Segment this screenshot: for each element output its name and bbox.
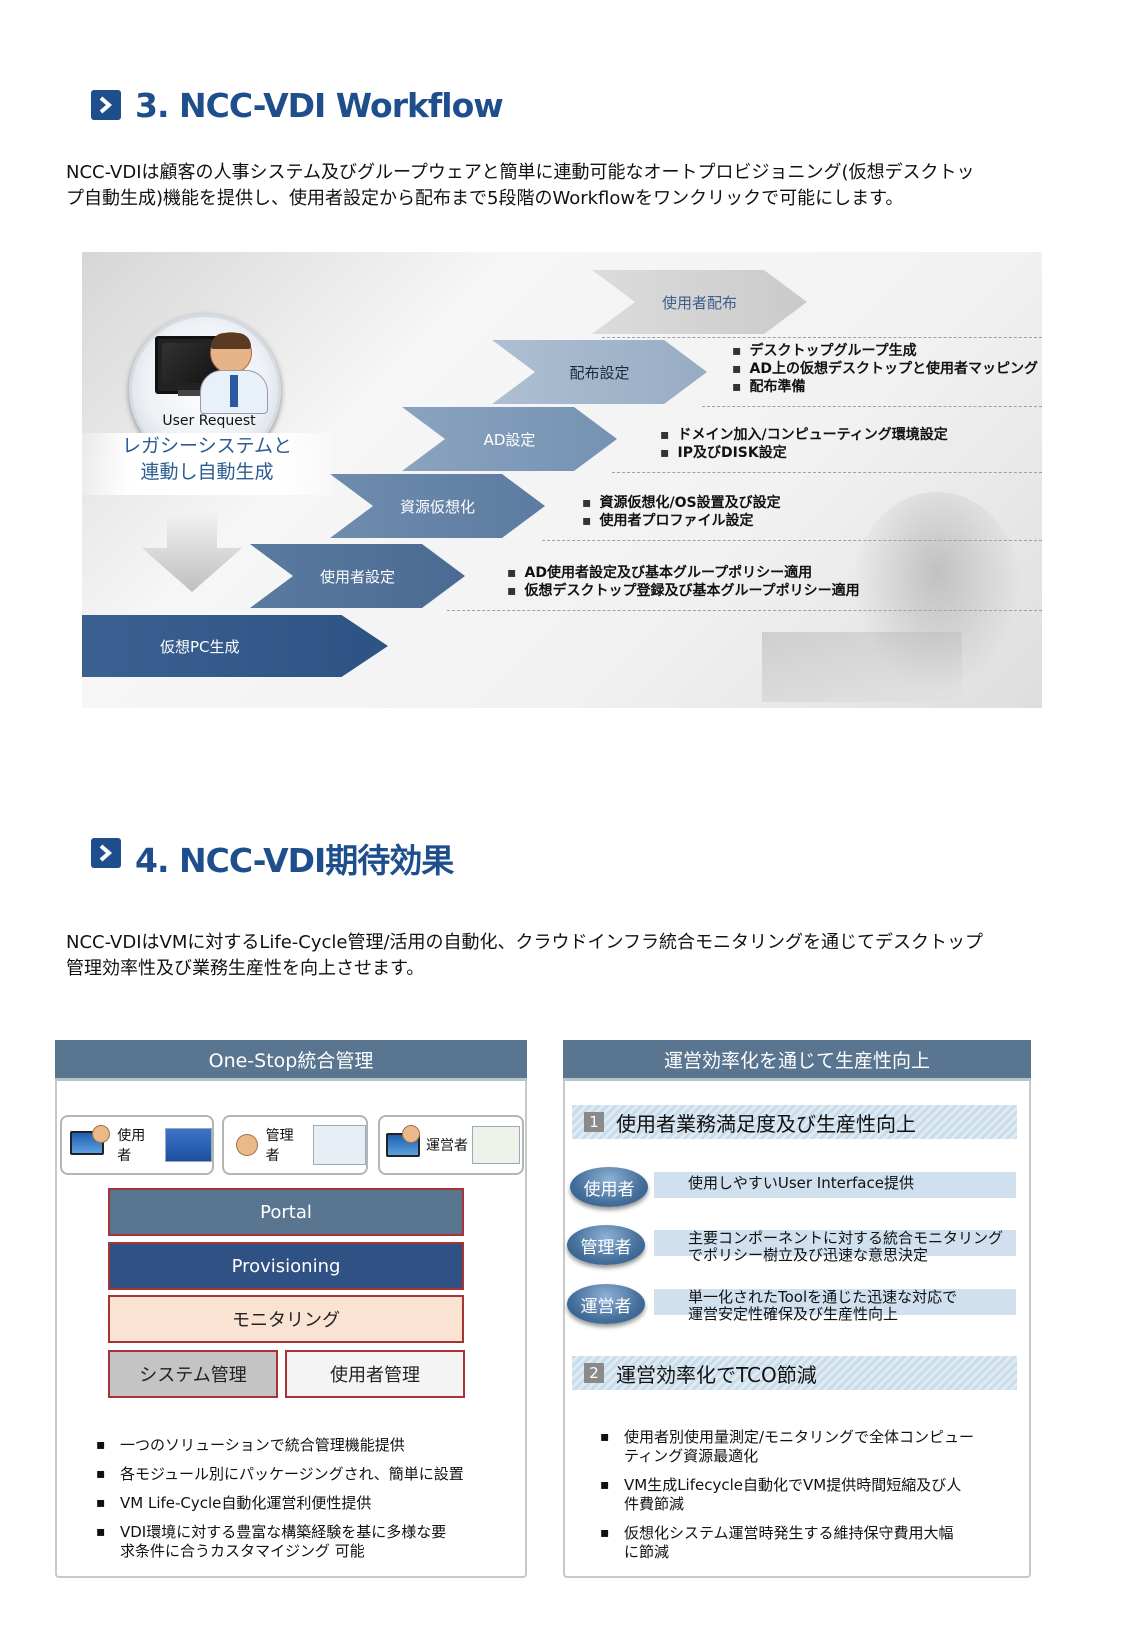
person-icon bbox=[236, 1134, 258, 1156]
row-admin-line1: 主要コンポーネントに対する統合モニタリング bbox=[688, 1229, 1004, 1247]
layer-portal: Portal bbox=[108, 1188, 464, 1236]
bullet-item: VDI環境に対する豊富な構築経験を基に多様な要 bbox=[90, 1523, 500, 1542]
role-box-operator: 運営者 bbox=[378, 1115, 524, 1175]
person-icon bbox=[92, 1125, 110, 1143]
section2-bar: 2 運営効率化でTCO節減 bbox=[572, 1356, 1017, 1390]
legacy-line1: レガシーシステムと bbox=[121, 435, 293, 457]
row-user: 使用しやすいUser Interface提供 bbox=[654, 1172, 1016, 1198]
bullet-item: VM Life-Cycle自動化運営利便性提供 bbox=[90, 1494, 500, 1513]
step-ad-settings: AD設定 bbox=[402, 407, 617, 471]
layer-provisioning: Provisioning bbox=[108, 1242, 464, 1290]
role-box-admin: 管理者 bbox=[222, 1115, 368, 1175]
section3-intro: NCC-VDIは顧客の人事システム及びグループウェアと簡単に連動可能なオートプロ… bbox=[66, 160, 975, 212]
down-arrow-icon bbox=[142, 512, 242, 592]
row-admin: 主要コンポーネントに対する統合モニタリング でポリシー樹立及び迅速な意思決定 bbox=[654, 1229, 1016, 1264]
bullet-item: 各モジュール別にパッケージングされ、簡単に設置 bbox=[90, 1465, 500, 1484]
separator-line bbox=[612, 472, 1042, 473]
section3-intro-line2: プ自動生成)機能を提供し、使用者設定から配布まで5段階のWorkflowをワンク… bbox=[66, 188, 904, 209]
step-distribution-settings: 配布設定 bbox=[492, 340, 707, 404]
workflow-diagram: 使用者配布 配布設定 AD設定 資源仮想化 使用者設定 デスクトップグループ生成… bbox=[82, 252, 1042, 708]
section3-intro-line1: NCC-VDIは顧客の人事システム及びグループウェアと簡単に連動可能なオートプロ… bbox=[66, 162, 975, 183]
section4-title: 4. NCC-VDI期待効果 bbox=[135, 841, 454, 880]
separator-line bbox=[702, 406, 1042, 407]
separator-line bbox=[542, 540, 1042, 541]
legacy-integration-box: レガシーシステムと 連動し自動生成 bbox=[82, 433, 332, 495]
bullet-item: VM生成Lifecycle自動化でVM提供時間短縮及び人 件費節減 bbox=[594, 1476, 1014, 1514]
user-settings-bullets: AD使用者設定及び基本グループポリシー適用 仮想デスクトップ登録及び基本グループ… bbox=[507, 564, 860, 600]
layer-user-management: 使用者管理 bbox=[285, 1350, 465, 1398]
role-oval-user: 使用者 bbox=[570, 1167, 648, 1207]
portal-screenshot bbox=[164, 1128, 212, 1162]
user-request-label: User Request bbox=[162, 413, 256, 429]
one-stop-panel-header: One-Stop統合管理 bbox=[55, 1040, 527, 1081]
layer-system-management: システム管理 bbox=[108, 1350, 278, 1398]
step-resource-virtualization: 資源仮想化 bbox=[330, 474, 545, 538]
role-label: 運営者 bbox=[426, 1138, 468, 1154]
productivity-panel-header: 運営効率化を通じて生産性向上 bbox=[563, 1040, 1031, 1081]
row-operator: 単一化されたToolを通じた迅速な対応で 運営安定性確保及び生産性向上 bbox=[654, 1288, 1016, 1323]
bullet-item: 資源仮想化/OS設置及び設定 bbox=[582, 494, 781, 512]
section4-intro: NCC-VDIはVMに対するLife-Cycle管理/活用の自動化、クラウドイン… bbox=[66, 930, 983, 982]
section3-title: 3. NCC-VDI Workflow bbox=[135, 86, 504, 125]
section4-intro-line2: 管理効率性及び業務生産性を向上させます。 bbox=[66, 958, 425, 979]
role-oval-admin: 管理者 bbox=[567, 1225, 645, 1265]
bullet-item: 仮想デスクトップ登録及び基本グループポリシー適用 bbox=[507, 582, 860, 600]
bullet-item: 仮想化システム運営時発生する維持保守費用大幅 に節減 bbox=[594, 1524, 1014, 1562]
section4-intro-line1: NCC-VDIはVMに対するLife-Cycle管理/活用の自動化、クラウドイン… bbox=[66, 932, 984, 953]
bullet-item: AD上の仮想デスクトップと使用者マッピング bbox=[732, 360, 1038, 378]
role-label: 管理者 bbox=[265, 1128, 294, 1164]
role-oval-operator: 運営者 bbox=[567, 1284, 645, 1324]
bullet-line1: 使用者別使用量測定/モニタリングで全体コンピュー bbox=[624, 1428, 975, 1446]
section-arrow-icon bbox=[91, 838, 121, 868]
bullet-item-continued: 求条件に合うカスタマイジング 可能 bbox=[120, 1542, 365, 1560]
bullet-line2: ティング資源最適化 bbox=[624, 1447, 759, 1465]
bullet-item: デスクトップグループ生成 bbox=[732, 342, 1038, 360]
separator-line bbox=[602, 337, 1042, 338]
bullet-line1: 仮想化システム運営時発生する維持保守費用大幅 bbox=[624, 1524, 954, 1542]
bullet-line1: VM生成Lifecycle自動化でVM提供時間短縮及び人 bbox=[624, 1476, 962, 1494]
person-icon bbox=[402, 1125, 420, 1143]
left-panel-bullets: 一つのソリューションで統合管理機能提供 各モジュール別にパッケージングされ、簡単… bbox=[90, 1436, 500, 1561]
bullet-item: 一つのソリューションで統合管理機能提供 bbox=[90, 1436, 500, 1455]
bullet-line2: 件費節減 bbox=[624, 1495, 685, 1513]
bullet-item: 使用者別使用量測定/モニタリングで全体コンピュー ティング資源最適化 bbox=[594, 1428, 1014, 1466]
row-operator-line2: 運営安定性確保及び生産性向上 bbox=[688, 1305, 899, 1323]
distribution-settings-bullets: デスクトップグループ生成 AD上の仮想デスクトップと使用者マッピング 配布準備 bbox=[732, 342, 1038, 396]
bullet-item: AD使用者設定及び基本グループポリシー適用 bbox=[507, 564, 860, 582]
step-vpc-creation-label: 仮想PC生成 bbox=[160, 637, 240, 656]
bullet-line2: に節減 bbox=[624, 1543, 670, 1561]
section1-bar: 1 使用者業務満足度及び生産性向上 bbox=[572, 1105, 1017, 1139]
section1-title: 使用者業務満足度及び生産性向上 bbox=[616, 1111, 916, 1136]
bullet-item: 配布準備 bbox=[732, 378, 1038, 396]
section-arrow-icon bbox=[91, 90, 121, 120]
section1-number: 1 bbox=[584, 1112, 604, 1132]
role-box-user: 使用者 bbox=[60, 1115, 214, 1175]
step-user-distribution: 使用者配布 bbox=[592, 270, 807, 334]
person-icon bbox=[210, 332, 252, 374]
right-panel-bullets: 使用者別使用量測定/モニタリングで全体コンピュー ティング資源最適化 VM生成L… bbox=[594, 1428, 1014, 1572]
step-user-settings: 使用者設定 bbox=[250, 544, 465, 608]
bullet-item: 使用者プロファイル設定 bbox=[582, 512, 781, 530]
admin-screenshot bbox=[312, 1125, 367, 1165]
step-vpc-creation: 仮想PC生成 bbox=[82, 615, 388, 677]
resource-virtualization-bullets: 資源仮想化/OS設置及び設定 使用者プロファイル設定 bbox=[582, 494, 781, 530]
bullet-item: IP及びDISK設定 bbox=[660, 444, 948, 462]
separator-line bbox=[447, 610, 1042, 611]
row-operator-line1: 単一化されたToolを通じた迅速な対応で bbox=[688, 1288, 958, 1306]
ad-settings-bullets: ドメイン加入/コンピューティング環境設定 IP及びDISK設定 bbox=[660, 426, 948, 462]
role-label: 使用者 bbox=[117, 1128, 146, 1164]
section2-number: 2 bbox=[584, 1363, 604, 1383]
row-user-text: 使用しやすいUser Interface提供 bbox=[688, 1174, 914, 1192]
row-admin-line2: でポリシー樹立及び迅速な意思決定 bbox=[688, 1246, 929, 1264]
keyboard-image bbox=[762, 632, 962, 702]
operator-screenshot bbox=[472, 1126, 520, 1164]
legacy-line2: 連動し自動生成 bbox=[140, 461, 274, 483]
person-shirt bbox=[200, 370, 268, 414]
section2-title: 運営効率化でTCO節減 bbox=[616, 1362, 817, 1387]
layer-monitoring: モニタリング bbox=[108, 1295, 464, 1343]
bullet-item: ドメイン加入/コンピューティング環境設定 bbox=[660, 426, 948, 444]
